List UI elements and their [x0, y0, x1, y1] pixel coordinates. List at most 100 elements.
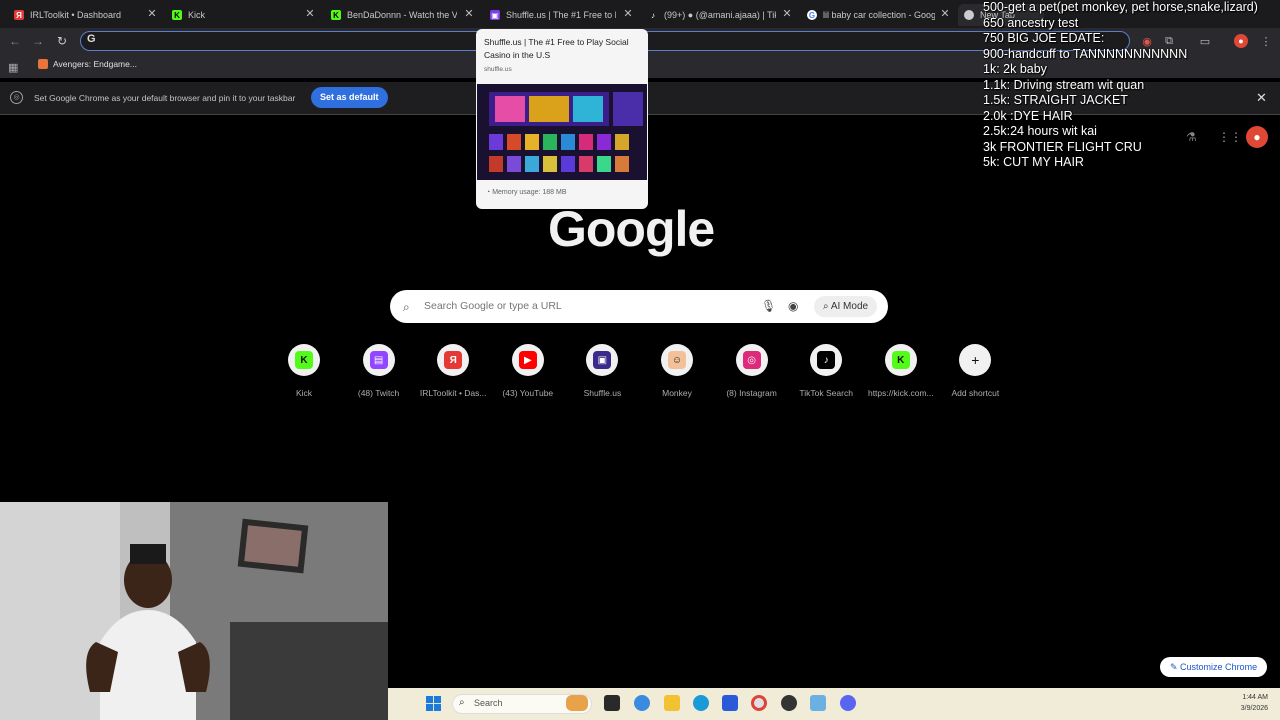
irltoolkit-icon: Я: [14, 10, 24, 20]
shortcut-circle: ▶: [511, 344, 544, 376]
sparkle-search-icon: ⌕: [823, 301, 831, 312]
shortcut-tile[interactable]: Я IRLToolkit • Das...: [415, 344, 491, 398]
shortcut-circle: K: [884, 344, 917, 376]
omnibox-text[interactable]: G: [87, 33, 96, 45]
shortcut-label: Add shortcut: [951, 388, 1000, 398]
customize-chrome-button[interactable]: ✎ Customize Chrome: [1160, 657, 1268, 677]
tab-google-search[interactable]: G lil baby car collection - Google: [807, 4, 935, 26]
windows-start-icon[interactable]: [426, 696, 441, 711]
tab-kick[interactable]: K Kick: [172, 4, 308, 26]
close-icon[interactable]: ✕: [464, 7, 474, 20]
close-icon[interactable]: ✕: [305, 7, 315, 20]
ai-mode-label: AI Mode: [830, 301, 869, 312]
close-icon[interactable]: ✕: [782, 7, 792, 20]
shuffle-icon: ▣: [490, 10, 500, 20]
tiktok-icon: ♪: [817, 351, 836, 369]
shortcut-circle: +: [959, 344, 992, 376]
monkey-icon: ☺: [668, 351, 686, 369]
chrome-icon: [964, 10, 974, 20]
webcam-image: [0, 502, 388, 720]
memory-usage-text: Memory usage: 188 MB: [492, 189, 567, 196]
shuffle-icon: ▣: [593, 351, 612, 369]
shortcut-tile[interactable]: ▤ (48) Twitch: [341, 344, 417, 398]
hover-card-memory: ◔ Memory usage: 188 MB: [486, 189, 567, 196]
shortcut-circle: ▤: [362, 344, 395, 376]
forward-icon[interactable]: →: [31, 34, 45, 48]
hover-card-url: shuffle.us: [484, 66, 512, 73]
lens-icon[interactable]: ◉: [788, 299, 798, 313]
close-icon[interactable]: ✕: [147, 7, 157, 20]
goal-line: 3k FRONTIER FLIGHT CRU: [983, 139, 1142, 154]
shortcut-circle: ▣: [586, 344, 619, 376]
youtube-icon: ▶: [518, 351, 537, 369]
shortcut-tile[interactable]: ▶ (43) YouTube: [490, 344, 566, 398]
chrome-info-icon: ◎: [10, 91, 23, 104]
kick-icon: K: [172, 10, 182, 20]
search-icon: ⌕: [459, 697, 465, 708]
back-icon[interactable]: ←: [8, 34, 22, 48]
goal-line: 2.0k :DYE HAIR: [983, 108, 1073, 123]
ai-mode-button[interactable]: ⌕ AI Mode: [814, 296, 878, 317]
google-icon: G: [807, 10, 817, 20]
shortcut-tile[interactable]: Khttps://kick.com...: [863, 344, 939, 398]
shortcut-tile[interactable]: ♪ TikTok Search: [788, 344, 864, 398]
bookmark-item[interactable]: Avengers: Endgame...: [38, 59, 137, 69]
reload-icon[interactable]: ↻: [55, 34, 69, 48]
microphone-icon[interactable]: 🎙: [761, 299, 776, 313]
shortcut-tile[interactable]: K Kick: [266, 344, 342, 398]
shortcut-tile[interactable]: + Add shortcut: [937, 344, 1013, 398]
widget-cat-icon[interactable]: [566, 695, 588, 711]
shortcut-tile[interactable]: ☺ Monkey: [639, 344, 715, 398]
casino-preview-image: [477, 84, 647, 180]
apps-grid-icon[interactable]: ▦: [8, 61, 18, 74]
tab-irltoolkit[interactable]: Я IRLToolkit • Dashboard: [14, 4, 150, 26]
shortcut-label: (43) YouTube: [502, 388, 554, 398]
search-icon: ⌕: [403, 300, 410, 314]
goal-line: 650 ancestry test: [983, 15, 1079, 30]
app-icon[interactable]: [810, 695, 826, 711]
shortcut-label: Monkey: [662, 388, 692, 398]
shortcut-label: (8) Instagram: [726, 388, 777, 398]
shortcut-label: Kick: [295, 388, 313, 398]
shortcut-circle: K: [288, 344, 320, 376]
hover-card-preview: [477, 84, 647, 180]
tab-shuffle[interactable]: ▣ Shuffle.us | The #1 Free to Play: [490, 4, 616, 26]
close-icon[interactable]: ✕: [940, 7, 950, 20]
file-explorer-icon[interactable]: [664, 695, 680, 711]
infobar-message: Set Google Chrome as your default browse…: [34, 93, 296, 103]
shortcut-tile[interactable]: ▣ Shuffle.us: [564, 344, 640, 398]
task-view-icon[interactable]: [604, 695, 620, 711]
shortcut-label: (48) Twitch: [357, 388, 400, 398]
shortcut-label: TikTok Search: [799, 388, 853, 398]
obs-icon[interactable]: [781, 695, 797, 711]
tab-title: Kick: [188, 10, 206, 20]
hover-card-title: Shuffle.us | The #1 Free to Play Social …: [484, 37, 629, 60]
tab-tiktok[interactable]: ♪ (99+) ● (@amani.ajaaa) | TikTo: [648, 4, 776, 26]
kick-icon: K: [331, 10, 341, 20]
tab-bendadonnn[interactable]: K BenDaDonnn - Watch the VOD: [331, 4, 457, 26]
tiktok-icon: ♪: [651, 10, 655, 20]
set-default-button[interactable]: Set as default: [311, 87, 388, 108]
bookmark-label: Avengers: Endgame...: [53, 59, 137, 69]
twitch-icon: ▤: [369, 351, 388, 369]
discord-icon[interactable]: [840, 695, 856, 711]
shortcut-label: Shuffle.us: [583, 388, 622, 398]
goal-line: 1.1k: Driving stream wit quan: [983, 77, 1145, 92]
search-input[interactable]: [424, 300, 744, 312]
goal-line: 1k: 2k baby: [983, 62, 1047, 76]
bookmark-favicon-icon: [38, 59, 48, 69]
store-icon[interactable]: [722, 695, 738, 711]
goal-line: 2.5k:24 hours wit kai: [983, 124, 1097, 138]
shortcut-circle: ♪: [810, 344, 843, 376]
chrome-icon[interactable]: [751, 695, 767, 711]
close-icon[interactable]: ✕: [623, 7, 633, 20]
goal-line: 1.5k: STRAIGHT JACKET: [983, 93, 1128, 107]
copilot-icon[interactable]: [634, 695, 650, 711]
edge-icon[interactable]: [693, 695, 709, 711]
plus-icon: +: [966, 351, 985, 369]
tab-title: Shuffle.us | The #1 Free to Play: [506, 10, 616, 20]
shortcut-label: IRLToolkit • Das...: [419, 388, 487, 398]
stream-goals-overlay: 500-get a pet(pet monkey, pet horse,snak…: [983, 0, 1280, 171]
taskbar-date: 3/9/2026: [1240, 705, 1268, 712]
shortcut-tile[interactable]: ◎ (8) Instagram: [714, 344, 790, 398]
